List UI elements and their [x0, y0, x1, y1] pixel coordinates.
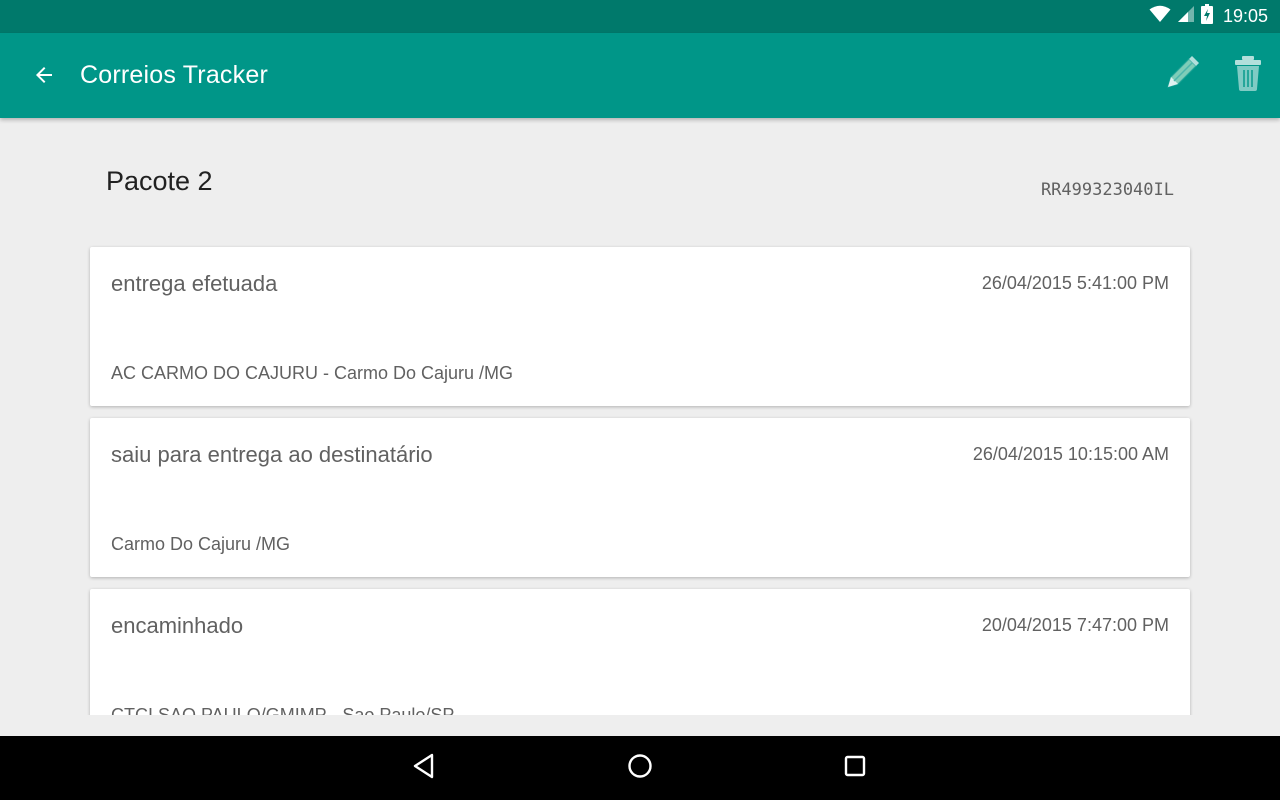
app-title: Correios Tracker	[80, 61, 268, 89]
event-status: saiu para entrega ao destinatário	[111, 442, 433, 467]
nav-recents-icon	[843, 754, 867, 783]
status-time: 19:05	[1222, 6, 1268, 26]
tracking-code: RR499323040IL	[1040, 180, 1174, 200]
trash-delete-icon	[1232, 54, 1264, 97]
event-status: encaminhado	[111, 613, 244, 638]
nav-recents-button[interactable]	[837, 750, 873, 786]
event-card[interactable]: encaminhado 20/04/2015 7:47:00 PM CTCI S…	[90, 589, 1190, 715]
back-button[interactable]	[24, 57, 64, 97]
nav-back-button[interactable]	[406, 750, 442, 786]
event-datetime: 20/04/2015 7:47:00 PM	[981, 615, 1169, 635]
battery-charging-icon	[1200, 4, 1213, 29]
status-indicators: 19:05	[1149, 0, 1268, 33]
event-status: entrega efetuada	[111, 271, 278, 296]
navigation-bar	[0, 736, 1280, 800]
package-detail[interactable]: Pacote 2 RR499323040IL entrega efetuada …	[0, 118, 1280, 715]
status-bar: 19:05	[0, 0, 1280, 33]
event-location: Carmo Do Cajuru /MG	[111, 534, 291, 554]
app-bar: Correios Tracker	[0, 33, 1280, 118]
event-location: CTCI SAO PAULO/GMIMP - Sao Paulo/SP	[111, 705, 455, 715]
package-name: Pacote 2	[106, 166, 213, 196]
back-arrow-icon	[32, 63, 56, 92]
nav-home-icon	[627, 753, 653, 784]
event-location: AC CARMO DO CAJURU - Carmo Do Cajuru /MG	[111, 363, 514, 383]
nav-back-icon	[412, 753, 436, 784]
event-card[interactable]: entrega efetuada 26/04/2015 5:41:00 PM A…	[90, 247, 1190, 406]
pencil-edit-icon	[1162, 53, 1202, 98]
wifi-icon	[1149, 5, 1171, 28]
event-datetime: 26/04/2015 5:41:00 PM	[981, 273, 1169, 293]
event-datetime: 26/04/2015 10:15:00 AM	[972, 444, 1169, 464]
tracking-events-list: entrega efetuada 26/04/2015 5:41:00 PM A…	[90, 247, 1190, 715]
delete-button[interactable]	[1226, 53, 1270, 97]
nav-home-button[interactable]	[622, 750, 658, 786]
event-card[interactable]: saiu para entrega ao destinatário 26/04/…	[90, 418, 1190, 577]
cell-signal-icon	[1177, 5, 1195, 28]
edit-button[interactable]	[1160, 53, 1204, 97]
